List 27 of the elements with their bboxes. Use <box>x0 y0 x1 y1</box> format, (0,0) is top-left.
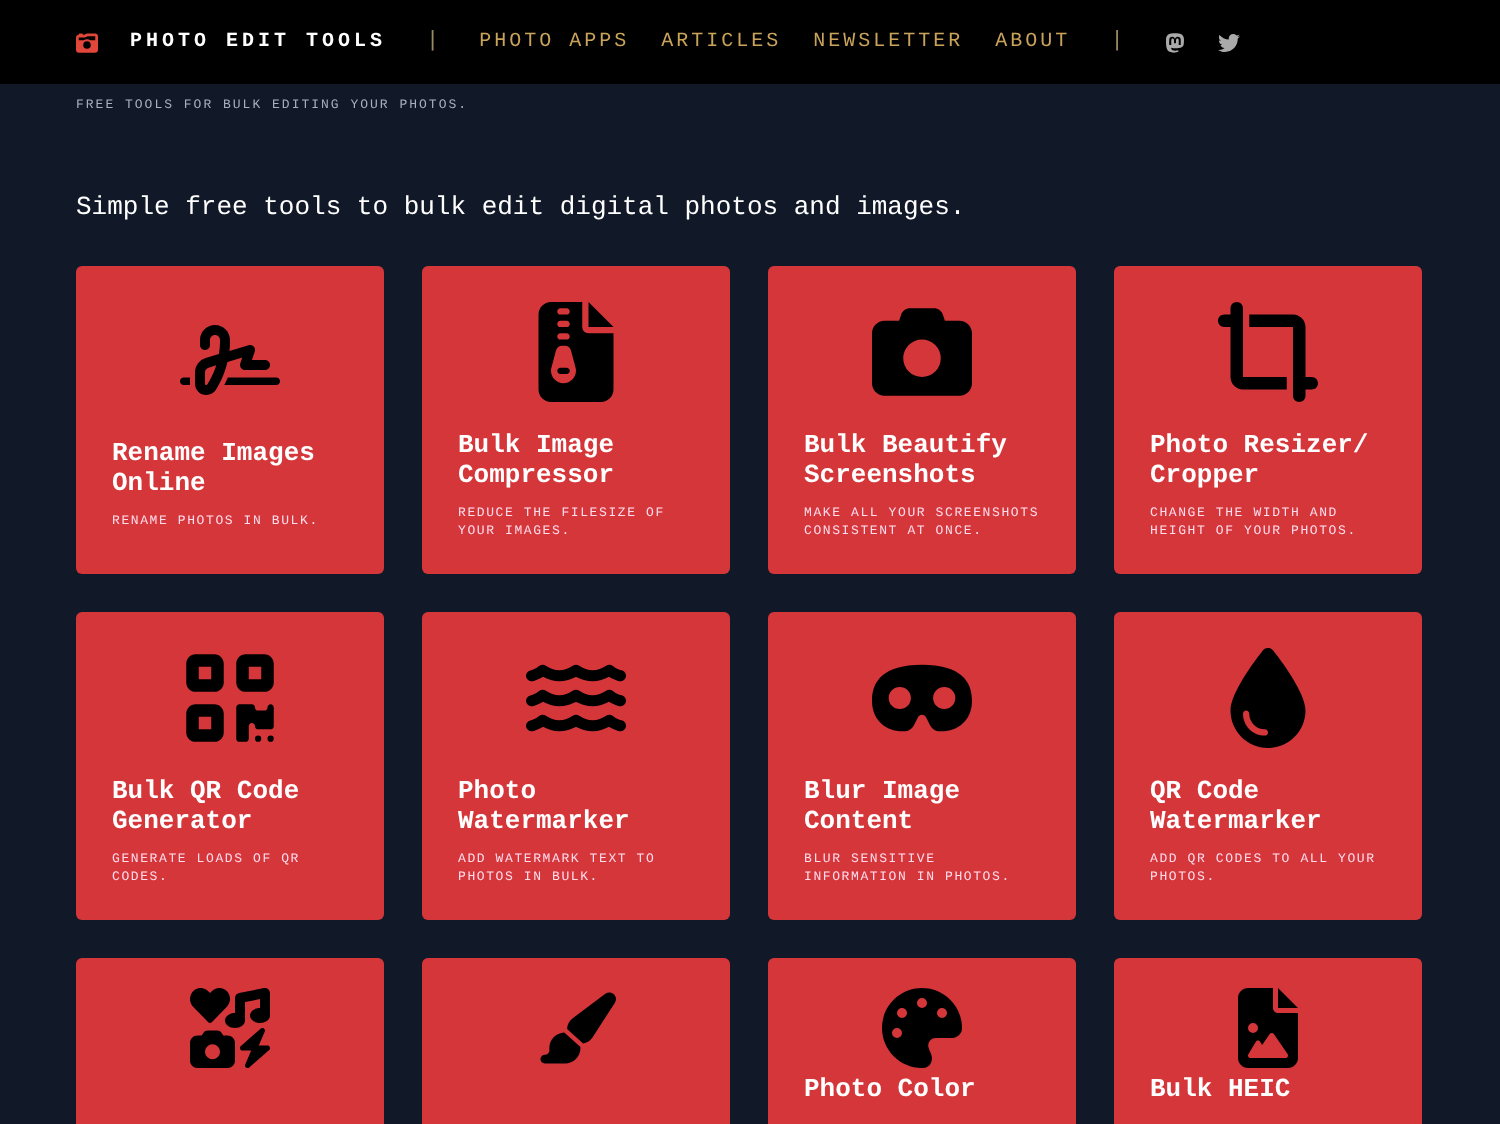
tool-title: QR Code Watermarker <box>1150 775 1324 835</box>
nav-link[interactable]: PHOTO APPS <box>479 31 630 53</box>
tool-title: Photo Color <box>804 1074 978 1104</box>
tool-title: Blur Image Content <box>804 775 963 835</box>
media-icons-icon <box>190 988 270 1068</box>
tool-title: Rename Images Online <box>112 438 317 498</box>
tool-card[interactable]: Photo Color <box>768 958 1076 1124</box>
tool-title: Bulk QR Code Generator <box>112 775 302 835</box>
tool-card[interactable]: Bulk HEIC <box>1114 958 1422 1124</box>
tool-title: Bulk Image Compressor <box>458 429 617 489</box>
palette-icon <box>882 988 962 1068</box>
camera-logo-icon <box>76 31 98 53</box>
twitter-icon[interactable] <box>1217 31 1240 53</box>
nav-link[interactable]: NEWSLETTER <box>813 31 964 53</box>
paintbrush-icon <box>536 988 616 1068</box>
nav-separator: | <box>426 30 440 54</box>
intro-text: Simple free tools to bulk edit digital photos and images. <box>76 192 968 222</box>
nav-link[interactable]: ARTICLES <box>661 31 782 53</box>
tool-title: Bulk HEIC <box>1150 1074 1293 1104</box>
mastodon-icon[interactable] <box>1163 31 1186 53</box>
tool-title: Bulk Beautify Screenshots <box>804 429 1009 489</box>
nav-separator: | <box>1110 30 1124 54</box>
nav-link[interactable]: ABOUT <box>995 31 1071 53</box>
tool-title: Photo Watermarker <box>458 775 632 835</box>
tool-title: Photo Resizer/ Cropper <box>1150 429 1371 489</box>
crop-icon <box>1218 301 1318 401</box>
site-title[interactable]: PHOTO EDIT TOOLS <box>130 31 387 53</box>
